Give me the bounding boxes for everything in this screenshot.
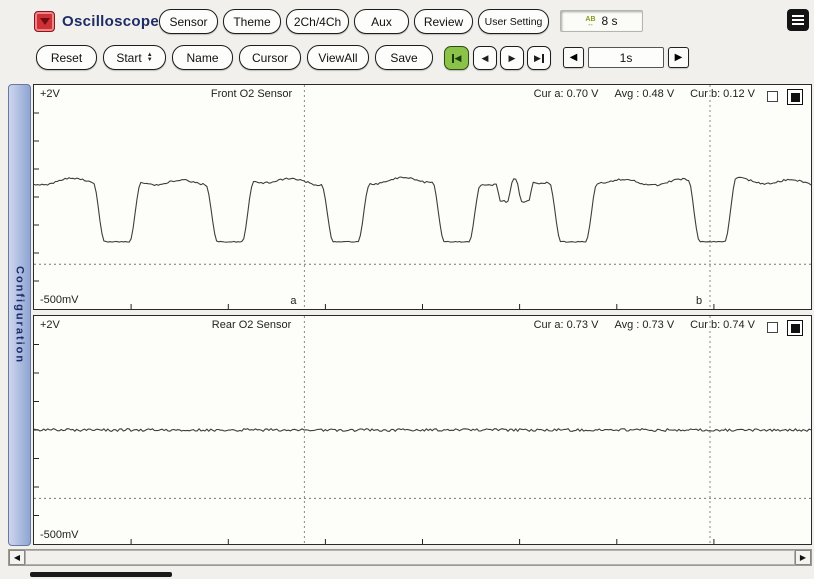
scrollbar-thumb[interactable] bbox=[25, 550, 795, 565]
cursor-b-reading: Cur b: 0.74 V bbox=[690, 319, 755, 331]
channel-1-visibility-checkbox[interactable] bbox=[767, 91, 778, 102]
scroll-right-button[interactable]: ▶ bbox=[795, 550, 811, 565]
down-arrow-icon bbox=[40, 18, 50, 25]
app-title: Oscilloscope bbox=[62, 13, 159, 30]
timebase-display: 1s bbox=[588, 47, 664, 68]
ab-time-value: 8 s bbox=[602, 14, 618, 28]
skip-end-bar-icon bbox=[542, 54, 544, 63]
channel-2-waveform-plot bbox=[34, 316, 811, 544]
review-button[interactable]: Review bbox=[414, 9, 473, 34]
average-reading: Avg : 0.73 V bbox=[614, 319, 674, 331]
scroll-left-button[interactable]: ◀ bbox=[9, 550, 25, 565]
cursor-a-reading: Cur a: 0.73 V bbox=[534, 319, 599, 331]
timebase-decrease-button[interactable]: ◀ bbox=[563, 47, 584, 68]
channel-2-visibility-checkbox[interactable] bbox=[767, 322, 778, 333]
step-forward-button[interactable]: ▶ bbox=[500, 46, 524, 70]
configuration-tab[interactable]: Configuration bbox=[8, 84, 31, 546]
cursor-a-label: a bbox=[290, 295, 296, 307]
cursor-b-reading: Cur b: 0.12 V bbox=[690, 88, 755, 100]
channel-mode-button[interactable]: 2Ch/4Ch bbox=[286, 9, 349, 34]
channel-2-readings: Cur a: 0.73 V Avg : 0.73 V Cur b: 0.74 V bbox=[534, 319, 755, 331]
theme-button[interactable]: Theme bbox=[223, 9, 281, 34]
forward-triangle-icon: ▶ bbox=[509, 53, 516, 64]
channel-2-panel: +2V Rear O2 Sensor Cur a: 0.73 V Avg : 0… bbox=[33, 315, 812, 545]
spinner-arrows-icon: ▲▼ bbox=[147, 53, 153, 63]
horizontal-scrollbar[interactable]: ◀ ▶ bbox=[8, 549, 812, 566]
channel-2-top-voltage-label: +2V bbox=[40, 319, 60, 331]
cursor-a-reading: Cur a: 0.70 V bbox=[534, 88, 599, 100]
cursor-button[interactable]: Cursor bbox=[239, 45, 301, 70]
channel-1-readings: Cur a: 0.70 V Avg : 0.48 V Cur b: 0.12 V bbox=[534, 88, 755, 100]
skip-end-triangle-icon: ▶ bbox=[534, 53, 541, 64]
ab-time-display: AB ↔ 8 s bbox=[560, 10, 643, 32]
channel-1-top-voltage-label: +2V bbox=[40, 88, 60, 100]
aux-button[interactable]: Aux bbox=[354, 9, 409, 34]
channel-1-bottom-voltage-label: -500mV bbox=[40, 294, 79, 306]
sensor-button[interactable]: Sensor bbox=[159, 9, 218, 34]
user-setting-button[interactable]: User Setting bbox=[478, 9, 549, 34]
skip-start-bar-icon bbox=[452, 54, 454, 63]
channel-2-title: Rear O2 Sensor bbox=[212, 319, 291, 331]
window-edge-bar bbox=[30, 572, 172, 577]
timebase-increase-button[interactable]: ▶ bbox=[668, 47, 689, 68]
cursor-ab-icon: AB ↔ bbox=[585, 16, 595, 27]
skip-to-end-button[interactable]: ▶ bbox=[527, 46, 551, 70]
channel-1-title: Front O2 Sensor bbox=[211, 88, 292, 100]
hamburger-menu-icon[interactable] bbox=[787, 9, 809, 31]
save-button[interactable]: Save bbox=[375, 45, 433, 70]
channel-2-active-indicator[interactable] bbox=[787, 320, 803, 336]
average-reading: Avg : 0.48 V bbox=[614, 88, 674, 100]
start-button[interactable]: Start ▲▼ bbox=[103, 45, 166, 70]
skip-start-triangle-icon: ◀ bbox=[455, 53, 462, 64]
step-back-button[interactable]: ◀ bbox=[473, 46, 497, 70]
configuration-tab-label: Configuration bbox=[14, 266, 26, 364]
channel-1-active-indicator[interactable] bbox=[787, 89, 803, 105]
start-label: Start bbox=[116, 51, 141, 65]
skip-to-start-button[interactable]: ◀ bbox=[444, 46, 469, 70]
channel-1-waveform-plot bbox=[34, 85, 811, 309]
back-triangle-icon: ◀ bbox=[482, 53, 489, 64]
name-button[interactable]: Name bbox=[172, 45, 233, 70]
cursor-b-label: b bbox=[696, 295, 702, 307]
reset-button[interactable]: Reset bbox=[36, 45, 97, 70]
viewall-button[interactable]: ViewAll bbox=[307, 45, 369, 70]
channel-2-bottom-voltage-label: -500mV bbox=[40, 529, 79, 541]
channel-1-panel: +2V Front O2 Sensor Cur a: 0.70 V Avg : … bbox=[33, 84, 812, 310]
app-menu-button[interactable] bbox=[34, 11, 55, 32]
